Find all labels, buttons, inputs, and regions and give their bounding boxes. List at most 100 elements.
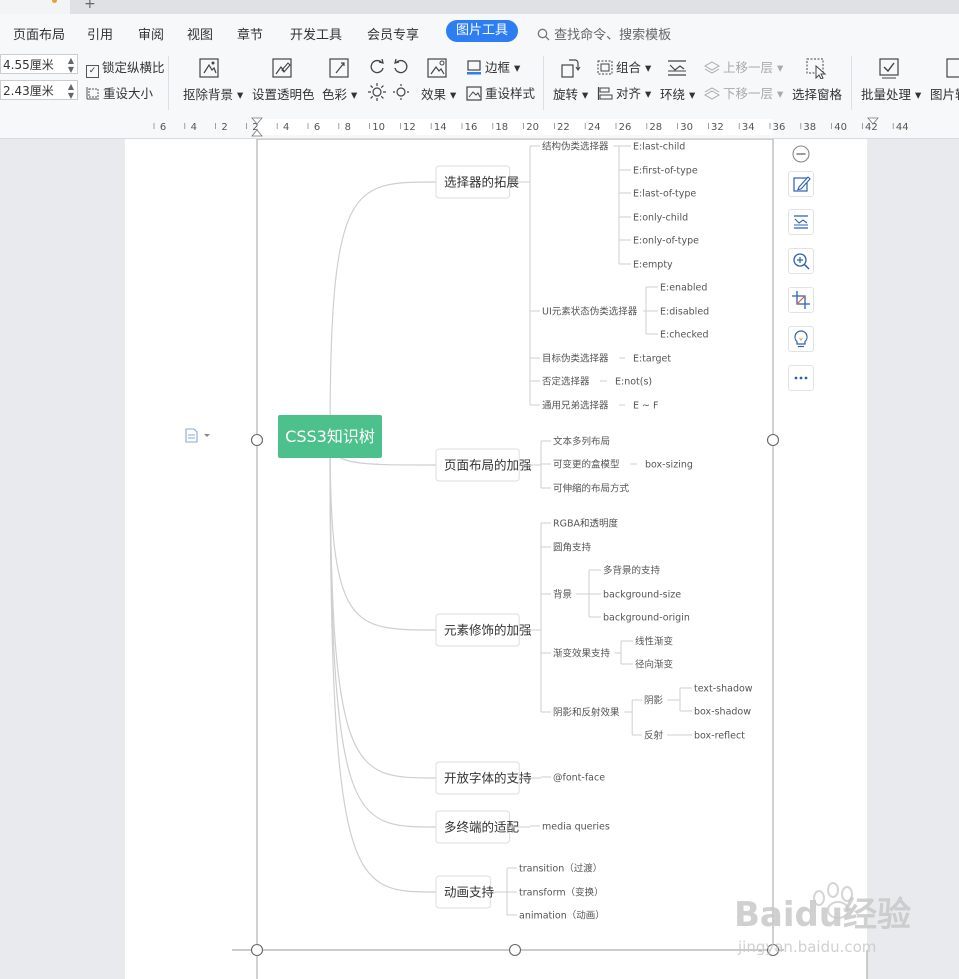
send-backward-button[interactable]: 下移一层 ▾ xyxy=(703,83,783,102)
reset-style-button[interactable]: 重设样式 xyxy=(466,83,535,102)
mindmap-leaf[interactable]: 多背景的支持 xyxy=(603,565,661,577)
mindmap-topic[interactable]: @font-face xyxy=(553,773,605,784)
mindmap-image[interactable]: 选择器的拓展 结构伪类选择器 E:last-child E:first-of-type… xyxy=(0,139,959,979)
selection-pane-icon[interactable] xyxy=(805,57,827,79)
menu-view[interactable]: 视图 xyxy=(187,24,213,43)
set-transparent-button[interactable]: 设置透明色 xyxy=(252,84,315,103)
rotate-right-icon[interactable] xyxy=(390,55,412,77)
resize-handle[interactable] xyxy=(250,943,264,957)
align-button[interactable]: 对齐 ▾ xyxy=(597,83,651,102)
rotate-left-icon[interactable] xyxy=(366,55,388,77)
mindmap-leaf[interactable]: E:checked xyxy=(660,330,709,341)
tab-picture-tools[interactable]: 图片工具 xyxy=(446,20,518,42)
mindmap-topic[interactable]: 背景 xyxy=(553,589,572,601)
picture-convert-button[interactable]: 图片转 xyxy=(930,84,959,103)
resize-handle[interactable] xyxy=(766,433,780,447)
color-icon[interactable] xyxy=(328,57,350,79)
mindmap-topic[interactable]: animation（动画） xyxy=(519,910,605,922)
mindmap-leaf[interactable]: background-size xyxy=(603,590,681,601)
mindmap-root-label[interactable]: CSS3知识树 xyxy=(285,427,375,446)
mindmap-topic[interactable]: 可变更的盒模型 xyxy=(553,459,620,471)
mindmap-branch-label[interactable]: 开放字体的支持 xyxy=(444,771,532,786)
menu-chapter[interactable]: 章节 xyxy=(237,24,263,43)
brightness-down-icon[interactable] xyxy=(390,81,412,103)
horizontal-ruler[interactable]: 6 4 2 2 4 6 8 10 12 14 16 18 20 22 24 26 28 30 32 34 36 38 40 4… xyxy=(0,116,959,139)
width-spinner-icon[interactable]: ▲ ▼ xyxy=(68,82,74,100)
height-field[interactable]: 4.55厘米 ▲ ▼ xyxy=(0,54,78,74)
resize-handle[interactable] xyxy=(250,433,264,447)
wrap-button[interactable]: 环绕 ▾ xyxy=(660,84,695,103)
wrap-layout-button[interactable] xyxy=(788,209,814,235)
mindmap-topic[interactable]: 阴影 xyxy=(644,696,664,707)
border-button[interactable]: 边框 ▾ xyxy=(466,57,520,76)
mindmap-topic[interactable]: 可伸缩的布局方式 xyxy=(553,483,630,495)
mindmap-topic[interactable]: UI元素状态伪类选择器 xyxy=(542,306,638,318)
new-tab-icon[interactable]: + xyxy=(84,0,96,12)
rotate-icon[interactable] xyxy=(559,57,581,79)
mindmap-leaf[interactable]: box-shadow xyxy=(694,707,751,718)
mindmap-topic[interactable]: 通用兄弟选择器 xyxy=(542,400,609,412)
mindmap-leaf[interactable]: E:only-of-type xyxy=(633,236,699,247)
mindmap-leaf[interactable]: E:empty xyxy=(633,260,673,271)
mindmap-leaf[interactable]: 径向渐变 xyxy=(635,659,674,671)
mindmap-topic[interactable]: 否定选择器 xyxy=(542,376,590,388)
mindmap-leaf[interactable]: E:only-child xyxy=(633,213,688,224)
idea-button[interactable] xyxy=(788,326,814,352)
mindmap-leaf[interactable]: text-shadow xyxy=(694,684,753,695)
mindmap-leaf[interactable]: E:not(s) xyxy=(615,377,652,388)
picture-convert-icon[interactable] xyxy=(945,57,959,79)
menu-review[interactable]: 审阅 xyxy=(138,24,164,43)
set-transparent-icon[interactable] xyxy=(271,57,293,79)
menu-membership[interactable]: 会员专享 xyxy=(367,24,419,43)
mindmap-topic[interactable]: 渐变效果支持 xyxy=(553,648,611,660)
mindmap-branch-label[interactable]: 多终端的适配 xyxy=(444,820,520,835)
mindmap-topic[interactable]: 结构伪类选择器 xyxy=(542,141,609,153)
mindmap-topic[interactable]: RGBA和透明度 xyxy=(553,518,618,530)
command-search[interactable]: 查找命令、搜索模板 xyxy=(537,24,671,43)
reset-size-button[interactable]: 重设大小 xyxy=(86,83,153,102)
group-button[interactable]: 组合 ▾ xyxy=(597,57,651,76)
batch-button[interactable]: 批量处理 ▾ xyxy=(861,84,921,103)
edit-picture-button[interactable] xyxy=(788,171,814,197)
minus-icon[interactable] xyxy=(791,144,811,164)
batch-icon[interactable] xyxy=(878,57,900,79)
zoom-button[interactable] xyxy=(788,248,814,274)
menu-references[interactable]: 引用 xyxy=(87,24,113,43)
mindmap-topic[interactable]: transform（变换） xyxy=(519,887,604,899)
mindmap-branch-label[interactable]: 元素修饰的加强 xyxy=(444,623,532,638)
mindmap-leaf[interactable]: E:disabled xyxy=(660,307,709,318)
mindmap-leaf[interactable]: E ~ F xyxy=(633,401,658,412)
mindmap-topic[interactable]: 文本多列布局 xyxy=(553,436,610,448)
color-button[interactable]: 色彩 ▾ xyxy=(322,84,357,103)
lock-ratio-checkbox[interactable]: ✓ 锁定纵横比 xyxy=(86,57,165,78)
brightness-up-icon[interactable] xyxy=(366,81,388,103)
mindmap-topic[interactable]: 目标伪类选择器 xyxy=(542,353,609,365)
mindmap-topic[interactable]: 圆角支持 xyxy=(553,542,592,554)
mindmap-leaf[interactable]: E:first-of-type xyxy=(633,166,698,177)
mindmap-branch-label[interactable]: 选择器的拓展 xyxy=(444,175,519,190)
mindmap-leaf[interactable]: box-sizing xyxy=(645,460,693,471)
menu-developer[interactable]: 开发工具 xyxy=(290,24,342,43)
mindmap-leaf[interactable]: 线性渐变 xyxy=(635,636,674,648)
effects-button[interactable]: 效果 ▾ xyxy=(421,84,456,103)
mindmap-leaf[interactable]: E:last-child xyxy=(633,142,685,153)
crop-button[interactable] xyxy=(788,287,814,313)
mindmap-topic[interactable]: 反射 xyxy=(644,730,664,742)
resize-handle[interactable] xyxy=(508,943,522,957)
width-field[interactable]: 2.43厘米 ▲ ▼ xyxy=(0,80,78,100)
mindmap-topic[interactable]: transition（过渡） xyxy=(519,863,602,875)
height-spinner-icon[interactable]: ▲ ▼ xyxy=(68,56,74,74)
menu-page-layout[interactable]: 页面布局 xyxy=(13,24,65,43)
bring-forward-button[interactable]: 上移一层 ▾ xyxy=(703,57,783,76)
mindmap-leaf[interactable]: E:enabled xyxy=(660,283,707,294)
rotate-button[interactable]: 旋转 ▾ xyxy=(553,84,588,103)
mindmap-leaf[interactable]: box-reflect xyxy=(694,731,745,742)
mindmap-branch-label[interactable]: 动画支持 xyxy=(444,885,494,900)
remove-background-icon[interactable] xyxy=(198,57,220,79)
document-tab[interactable] xyxy=(0,0,70,14)
mindmap-leaf[interactable]: background-origin xyxy=(603,613,690,624)
mindmap-topic[interactable]: 阴影和反射效果 xyxy=(553,707,620,719)
mindmap-branch-label[interactable]: 页面布局的加强 xyxy=(444,458,532,473)
selection-pane-button[interactable]: 选择窗格 xyxy=(792,84,842,103)
more-options-button[interactable] xyxy=(788,365,814,391)
